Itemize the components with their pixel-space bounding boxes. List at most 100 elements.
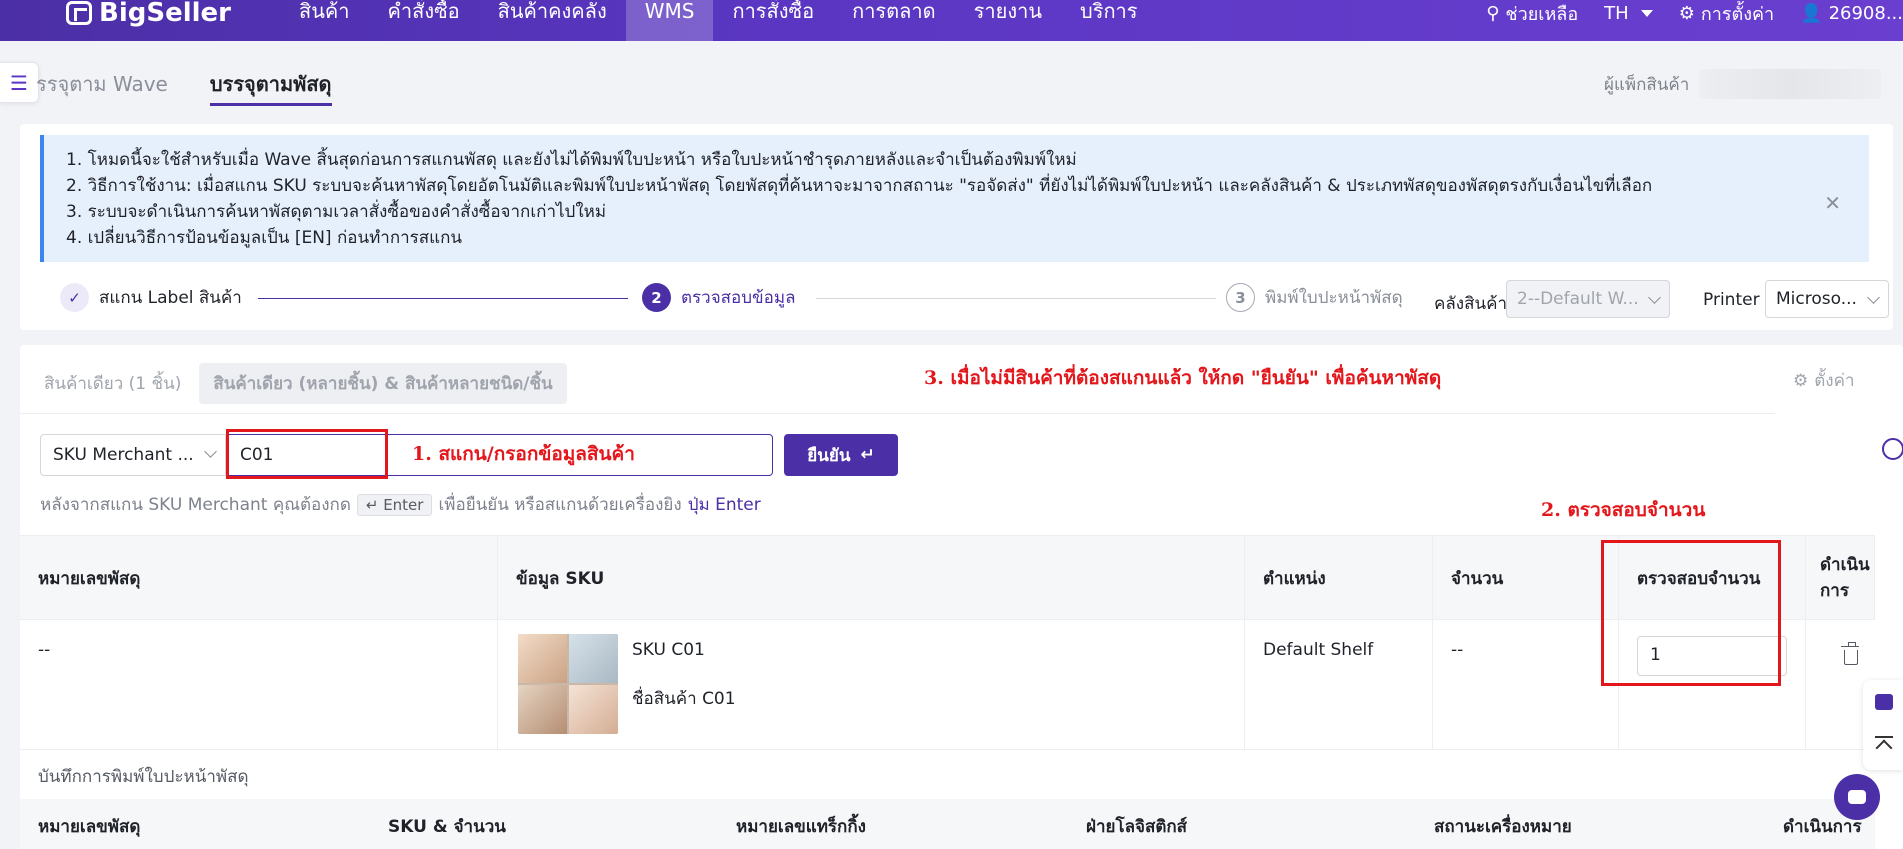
cell-sku-info: SKU C01 ชื่อสินค้า C01: [498, 620, 1245, 750]
check-icon: ✓: [60, 283, 89, 312]
sku-code: SKU C01: [632, 640, 705, 660]
scan-card: สินค้าเดียว (1 ชิ้น) สินค้าเดียว (หลายชิ…: [20, 345, 1903, 849]
highlight-box-scan: [226, 429, 388, 479]
step-connector: [258, 298, 628, 299]
enter-icon: ↵: [860, 445, 875, 465]
nav-item-marketing[interactable]: การตลาด: [833, 0, 955, 41]
cell-location: Default Shelf: [1245, 620, 1433, 750]
highlight-box-quantity: [1601, 540, 1781, 686]
user-label: 26908...: [1828, 2, 1903, 24]
enter-key-badge: ↵ Enter: [356, 493, 433, 516]
confirm-label: ยืนยัน: [807, 445, 851, 466]
search-icon[interactable]: [1882, 438, 1903, 460]
caret-down-icon: [1640, 9, 1653, 17]
settings-button[interactable]: ⚙ ตั้งค่า: [1793, 367, 1855, 394]
help-link[interactable]: ⚲ ช่วยเหลือ: [1486, 0, 1578, 28]
hint-text: เพื่อยืนยัน หรือสแกนด้วยเครื่องยิง: [438, 495, 682, 515]
brand-logo[interactable]: BigSeller: [66, 0, 231, 28]
trash-icon[interactable]: [1841, 642, 1859, 665]
top-right-tools: ⚲ ช่วยเหลือ TH ⚙ การตั้งค่า 👤 26908...: [1486, 0, 1903, 26]
search-icon: ⚲: [1486, 2, 1500, 24]
tab-pack-by-parcel[interactable]: บรรจุตามพัสดุ: [209, 68, 332, 106]
thumbnail-tile: [518, 685, 567, 734]
chevron-down-icon: [204, 445, 217, 458]
product-type-tabs: สินค้าเดียว (1 ชิ้น) สินค้าเดียว (หลายชิ…: [44, 363, 567, 404]
feedback-icon[interactable]: [1875, 694, 1893, 710]
tab-single-item[interactable]: สินค้าเดียว (1 ชิ้น): [44, 370, 181, 397]
warehouse-value: 2--Default W...: [1517, 289, 1639, 309]
log-col-parcel-number: หมายเลขพัสดุ: [38, 817, 141, 837]
warehouse-select: 2--Default W...: [1506, 280, 1670, 318]
annotation-step2: 2. ตรวจสอบจำนวน: [1541, 499, 1706, 521]
language-selector[interactable]: TH: [1604, 3, 1653, 24]
step-print-label: 3 พิมพ์ใบปะหน้าพัสดุ: [1226, 283, 1403, 312]
brand-name: BigSeller: [99, 0, 231, 28]
info-line: 4. เปลี่ยนวิธีการป้อนข้อมูลเป็น [EN] ก่อ…: [66, 228, 463, 248]
warehouse-label: คลังสินค้า: [1434, 294, 1508, 314]
table-row: -- SKU C01 ชื่อสินค้า C01 Default Shelf …: [20, 620, 1875, 750]
packer-value-blurred: [1699, 69, 1882, 99]
print-log-header: หมายเลขพัสดุ SKU & จำนวน หมายเลขแทร็กกิ้…: [20, 799, 1875, 849]
table-header: หมายเลขพัสดุ ข้อมูล SKU ตำแหน่ง จำนวน ตร…: [20, 536, 1875, 620]
thumbnail-tile: [569, 685, 618, 734]
info-alert: 1. โหมดนี้จะใช้สำหรับเมื่อ Wave สิ้นสุดก…: [40, 135, 1869, 262]
step-verify-data: 2 ตรวจสอบข้อมูล: [642, 283, 796, 312]
step-label: สแกน Label สินค้า: [99, 288, 242, 308]
tab-multi-item[interactable]: สินค้าเดียว (หลายชิ้น) & สินค้าหลายชนิด/…: [199, 363, 567, 404]
product-name: ชื่อสินค้า C01: [632, 689, 736, 709]
cell-parcel-number: --: [20, 620, 498, 750]
chat-button[interactable]: [1834, 774, 1880, 820]
log-col-tracking-number: หมายเลขแทร็กกิ้ง: [736, 817, 866, 837]
main-nav: สินค้า คำสั่งซื้อ สินค้าคงคลัง WMS การสั…: [280, 0, 1157, 41]
scan-type-select[interactable]: SKU Merchant ...: [40, 434, 226, 476]
divider: [20, 413, 1775, 414]
nav-item-orders[interactable]: คำสั่งซื้อ: [369, 0, 479, 41]
info-line: 3. ระบบจะดำเนินการค้นหาพัสดุตามเวลาสั่งซ…: [66, 202, 607, 222]
print-log-title: บันทึกการพิมพ์ใบปะหน้าพัสดุ: [38, 767, 249, 787]
help-label: ช่วยเหลือ: [1505, 3, 1579, 25]
chevron-down-icon: [1867, 291, 1880, 304]
progress-steps: ✓ สแกน Label สินค้า 2 ตรวจสอบข้อมูล 3 พิ…: [40, 280, 1889, 320]
step-label: ตรวจสอบข้อมูล: [681, 288, 796, 308]
cell-quantity: --: [1433, 620, 1619, 750]
scan-result-table: หมายเลขพัสดุ ข้อมูล SKU ตำแหน่ง จำนวน ตร…: [20, 535, 1875, 750]
sidebar-toggle-button[interactable]: ☰: [0, 62, 39, 103]
nav-item-purchase[interactable]: การสั่งซื้อ: [713, 0, 833, 41]
menu-collapse-icon: ☰: [10, 70, 28, 95]
back-to-top-icon[interactable]: [1875, 736, 1893, 752]
log-col-sku-qty: SKU & จำนวน: [388, 817, 506, 837]
nav-item-services[interactable]: บริการ: [1061, 0, 1157, 41]
printer-label: Printer: [1703, 290, 1760, 310]
packer-label: ผู้แพ็กสินค้า: [1604, 74, 1690, 95]
mode-tabs: รรจุตาม Wave บรรจุตามพัสดุ: [36, 68, 332, 106]
tab-pack-by-wave[interactable]: รรจุตาม Wave: [36, 68, 168, 106]
confirm-button[interactable]: ยืนยัน ↵: [784, 434, 898, 476]
gear-icon: ⚙: [1678, 2, 1695, 24]
user-menu[interactable]: 👤 26908...: [1800, 3, 1903, 24]
packer-field: ผู้แพ็กสินค้า: [1604, 69, 1882, 99]
nav-item-reports[interactable]: รายงาน: [955, 0, 1061, 41]
col-actions: ดำเนิน การ: [1806, 536, 1875, 620]
step-label: พิมพ์ใบปะหน้าพัสดุ: [1265, 288, 1403, 308]
user-icon: 👤: [1800, 2, 1823, 24]
annotation-step1: 1. สแกน/กรอกข้อมูลสินค้า: [412, 443, 635, 465]
settings-link[interactable]: ⚙ การตั้งค่า: [1679, 0, 1774, 28]
gear-icon: ⚙: [1793, 370, 1809, 391]
log-col-mark-status: สถานะเครื่องหมาย: [1434, 817, 1572, 837]
col-sku-info: ข้อมูล SKU: [498, 536, 1245, 620]
close-icon[interactable]: ✕: [1824, 191, 1841, 215]
log-col-logistics: ฝ่ายโลจิสติกส์: [1086, 817, 1188, 837]
chevron-down-icon: [1648, 291, 1661, 304]
hint-text: หลังจากสแกน SKU Merchant คุณต้องกด: [40, 495, 351, 515]
step-connector: [816, 298, 1216, 299]
logo-icon: [66, 1, 92, 25]
annotation-step3: 3. เมื่อไม่มีสินค้าที่ต้องสแกนแล้ว ให้กด…: [924, 367, 1442, 389]
product-thumbnail[interactable]: [518, 634, 618, 734]
nav-item-products[interactable]: สินค้า: [280, 0, 369, 41]
nav-item-wms[interactable]: WMS: [625, 0, 714, 41]
scan-hint: หลังจากสแกน SKU Merchant คุณต้องกด ↵ Ent…: [40, 491, 761, 518]
nav-item-inventory[interactable]: สินค้าคงคลัง: [479, 0, 626, 41]
printer-select[interactable]: Microso...: [1765, 280, 1889, 318]
enter-key-link[interactable]: ปุ่ม Enter: [688, 491, 761, 518]
col-quantity: จำนวน: [1433, 536, 1619, 620]
